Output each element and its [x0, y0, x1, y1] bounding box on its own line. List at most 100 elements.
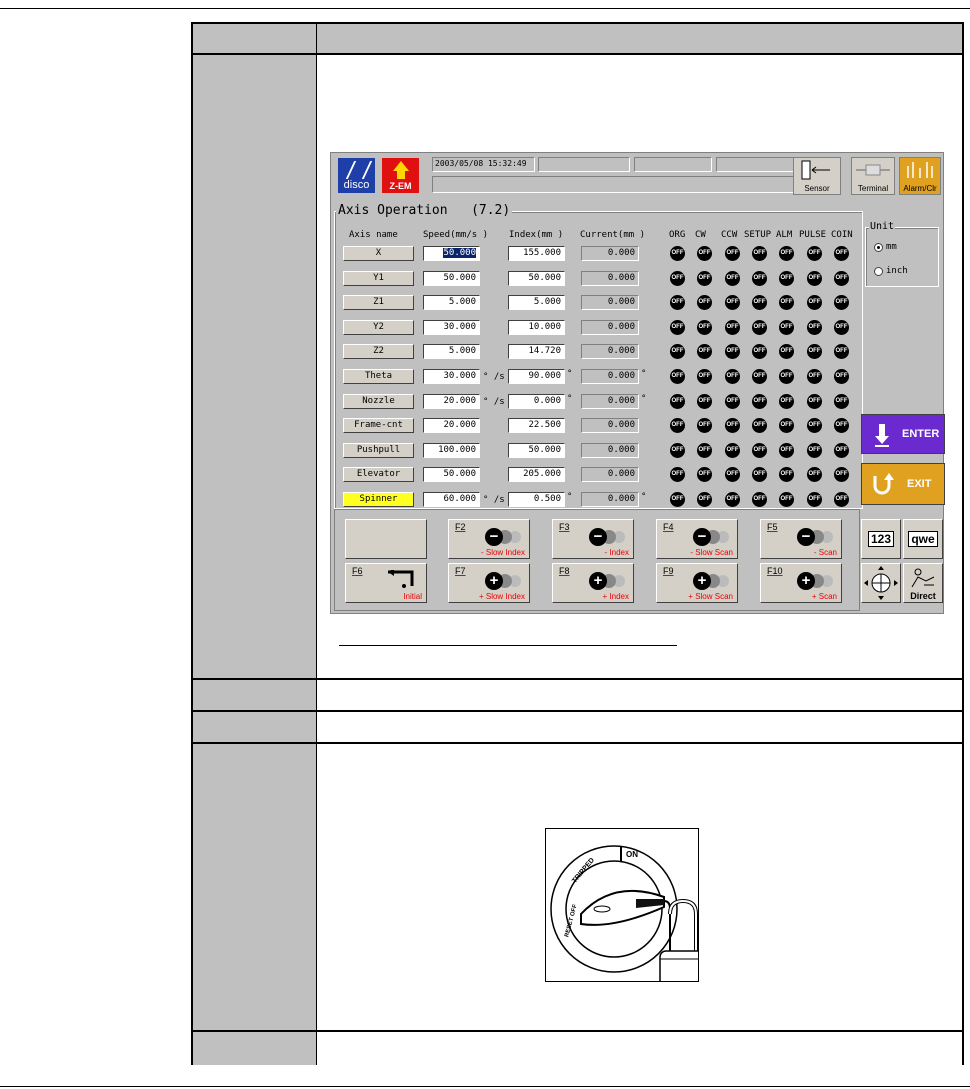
- index-field[interactable]: 205.000: [508, 467, 565, 483]
- status-led-coin: OFF: [834, 319, 849, 335]
- index-field[interactable]: 0.000: [508, 393, 565, 409]
- zem-logo[interactable]: Z-EM: [382, 158, 419, 193]
- status-led-alm: OFF: [779, 442, 794, 458]
- axis-button-z2[interactable]: Z2: [343, 344, 414, 360]
- axis-button-elevator[interactable]: Elevator: [343, 467, 414, 483]
- function-key-f6[interactable]: F6 Initial: [345, 563, 427, 603]
- function-key-label: - Index: [604, 548, 629, 557]
- alarm-icon: [907, 162, 933, 178]
- axis-button-nozzle[interactable]: Nozzle: [343, 393, 414, 409]
- status-led-coin: OFF: [834, 270, 849, 286]
- status-led-ccw: OFF: [725, 492, 740, 507]
- speed-field[interactable]: 20.000: [423, 393, 480, 409]
- function-key-name: F7: [455, 566, 466, 576]
- axis-button-frame-cnt[interactable]: Frame-cnt: [343, 418, 414, 434]
- index-field[interactable]: 155.000: [508, 246, 565, 261]
- axis-button-spinner[interactable]: Spinner: [343, 492, 414, 507]
- enter-button[interactable]: ENTER: [861, 414, 945, 454]
- function-key-f4[interactable]: F4 - Slow Scan −: [656, 519, 738, 559]
- function-key-f7[interactable]: F7 + Slow Index +: [448, 563, 530, 603]
- axis-button-pushpull[interactable]: Pushpull: [343, 442, 414, 458]
- exit-button[interactable]: EXIT: [861, 463, 945, 505]
- direction-pad-button[interactable]: [861, 563, 901, 603]
- status-led-alm: OFF: [779, 270, 794, 286]
- axis-button-y2[interactable]: Y2: [343, 319, 414, 335]
- status-led-setup: OFF: [752, 393, 767, 409]
- minus-jog-icon: −: [693, 528, 731, 546]
- speed-unit: ° /s: [483, 372, 505, 382]
- status-led-cw: OFF: [697, 246, 712, 261]
- index-field[interactable]: 14.720: [508, 344, 565, 360]
- message-field: [432, 176, 794, 193]
- unit-inch-radio[interactable]: [874, 267, 883, 276]
- status-led-org: OFF: [670, 319, 685, 335]
- current-field: 0.000: [581, 442, 639, 458]
- status-led-cw: OFF: [697, 393, 712, 409]
- function-key-f5[interactable]: F5 - Scan −: [760, 519, 842, 559]
- axis-button-y1[interactable]: Y1: [343, 270, 414, 286]
- speed-field[interactable]: 20.000: [423, 418, 480, 434]
- direct-button[interactable]: Direct: [903, 563, 943, 603]
- plus-jog-icon: +: [693, 572, 731, 590]
- alpha-keypad-button[interactable]: qwe: [903, 519, 943, 559]
- speed-field[interactable]: 5.000: [423, 344, 480, 360]
- speed-field[interactable]: 5.000: [423, 295, 480, 311]
- header-index: Index(mm ): [509, 230, 564, 240]
- header-led-pulse: PULSE: [799, 230, 827, 240]
- status-led-setup: OFF: [752, 270, 767, 286]
- exit-return-icon: [873, 473, 894, 495]
- index-unit: °: [567, 369, 573, 379]
- index-field[interactable]: 5.000: [508, 295, 565, 311]
- function-key-f3[interactable]: F3 - Index −: [552, 519, 634, 559]
- status-led-cw: OFF: [697, 270, 712, 286]
- status-led-alm: OFF: [779, 369, 794, 384]
- index-unit: °: [567, 393, 573, 404]
- status-led-org: OFF: [670, 492, 685, 507]
- axis-button-z1[interactable]: Z1: [343, 295, 414, 311]
- unit-inch-label: inch: [886, 266, 908, 276]
- axis-button-theta[interactable]: Theta: [343, 369, 414, 384]
- function-key-label: - Slow Scan: [690, 548, 733, 557]
- function-key-f10[interactable]: F10 + Scan +: [760, 563, 842, 603]
- index-field[interactable]: 0.500: [508, 492, 565, 507]
- index-field[interactable]: 22.500: [508, 418, 565, 434]
- table-row: [193, 712, 962, 744]
- header-led-alm: ALM: [776, 230, 793, 240]
- speed-unit: ° /s: [483, 495, 505, 505]
- sensor-button[interactable]: Sensor: [793, 157, 841, 195]
- status-led-pulse: OFF: [807, 492, 822, 507]
- status-led-org: OFF: [670, 246, 685, 261]
- function-key-f8[interactable]: F8 + Index +: [552, 563, 634, 603]
- status-field: [716, 157, 794, 172]
- unit-mm-radio[interactable]: [874, 243, 883, 252]
- speed-field[interactable]: 30.000: [423, 319, 480, 335]
- axis-button-x[interactable]: X: [343, 246, 414, 261]
- plus-jog-icon: +: [797, 572, 835, 590]
- speed-field[interactable]: 30.000: [423, 369, 480, 384]
- minus-jog-icon: −: [797, 528, 835, 546]
- speed-field[interactable]: 50.000: [423, 246, 480, 261]
- speed-field[interactable]: 100.000: [423, 442, 480, 458]
- alarm-clear-button[interactable]: Alarm/Clr: [899, 157, 941, 195]
- header-speed: Speed(mm/s ): [423, 230, 489, 240]
- header-led-setup: SETUP: [744, 230, 772, 240]
- header-led-org: ORG: [669, 230, 686, 240]
- current-field: 0.000: [581, 319, 639, 335]
- function-key-f9[interactable]: F9 + Slow Scan +: [656, 563, 738, 603]
- speed-field[interactable]: 60.000: [423, 492, 480, 507]
- index-field[interactable]: 10.000: [508, 319, 565, 335]
- speed-field[interactable]: 50.000: [423, 270, 480, 286]
- status-led-alm: OFF: [779, 393, 794, 409]
- function-key-label: + Slow Scan: [688, 592, 733, 601]
- function-key-f2[interactable]: F2 - Slow Index −: [448, 519, 530, 559]
- numeric-keypad-button[interactable]: 123: [861, 519, 901, 559]
- function-key-name: F2: [455, 522, 466, 532]
- index-field[interactable]: 90.000: [508, 369, 565, 384]
- terminal-button[interactable]: Terminal: [851, 157, 895, 195]
- index-field[interactable]: 50.000: [508, 442, 565, 458]
- index-field[interactable]: 50.000: [508, 270, 565, 286]
- current-unit: °: [641, 369, 647, 379]
- speed-field[interactable]: 50.000: [423, 467, 480, 483]
- direct-hand-icon: [911, 568, 935, 588]
- status-led-pulse: OFF: [807, 442, 822, 458]
